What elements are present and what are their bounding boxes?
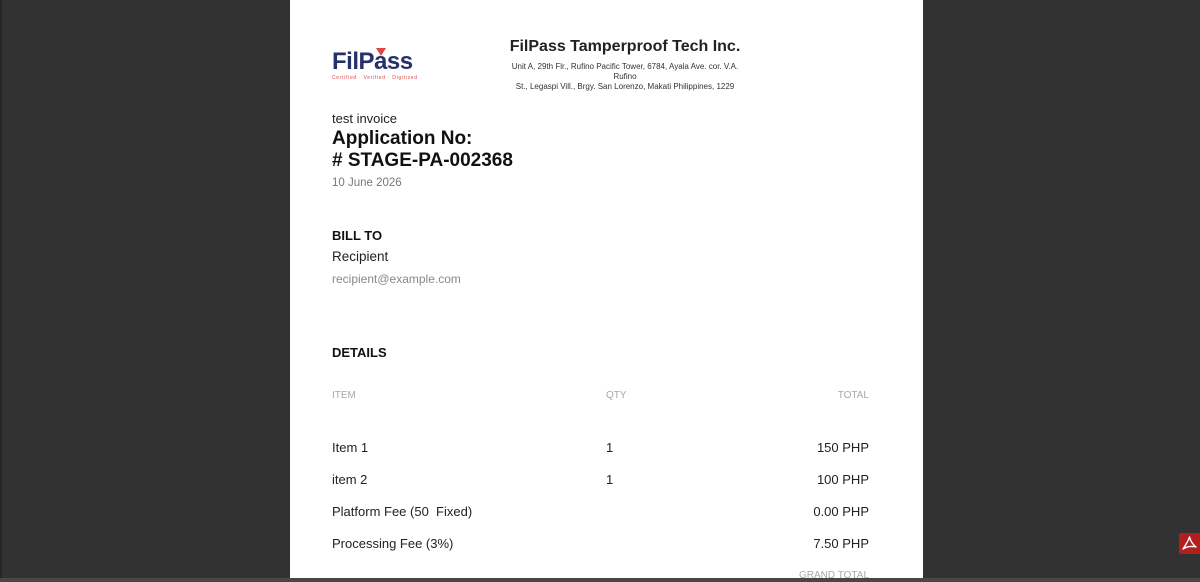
recipient-name: Recipient <box>332 249 389 264</box>
viewer-left-edge <box>0 0 2 582</box>
column-header-total: TOTAL <box>837 390 869 401</box>
company-address: Unit A, 29th Flr., Rufino Pacific Tower,… <box>500 62 750 92</box>
table-row: Item 1 1 150 PHP <box>290 440 923 460</box>
table-row: Platform Fee (50 Fixed) 0.00 PHP <box>290 504 923 524</box>
bill-to-heading: BILL TO <box>332 228 383 243</box>
row-total: 0.00 PHP <box>813 504 869 519</box>
application-number-label: Application No: <box>332 128 473 149</box>
row-item: Platform Fee (50 Fixed) <box>332 504 473 519</box>
invoice-date: 10 June 2026 <box>332 177 402 189</box>
address-line-2: St., Legaspi Vill., Brgy. San Lorenzo, M… <box>515 82 735 91</box>
row-qty: 1 <box>606 440 614 455</box>
row-item: item 2 <box>332 472 368 487</box>
details-heading: DETAILS <box>332 345 387 360</box>
column-header-item: ITEM <box>332 390 356 401</box>
row-total: 7.50 PHP <box>813 536 869 551</box>
viewer-bottom-edge <box>0 578 1200 582</box>
column-header-qty: QTY <box>606 390 627 401</box>
table-row: Processing Fee (3%) 7.50 PHP <box>290 536 923 556</box>
logo-tagline: Certified · Verified · Digitized <box>332 75 418 81</box>
address-line-1: Unit A, 29th Flr., Rufino Pacific Tower,… <box>511 62 739 81</box>
company-name: FilPass Tamperproof Tech Inc. <box>509 38 741 55</box>
row-total: 150 PHP <box>816 440 869 455</box>
invoice-description: test invoice <box>332 111 398 126</box>
acrobat-logo-icon <box>1182 536 1197 550</box>
row-item: Processing Fee (3%) <box>332 536 454 551</box>
invoice-page: FilPass Certified · Verified · Digitized… <box>290 0 923 578</box>
logo-triangle-icon <box>376 48 386 56</box>
row-item: Item 1 <box>332 440 369 455</box>
application-number: Application No: # STAGE-PA-002368 <box>332 128 513 172</box>
row-total: 100 PHP <box>816 472 869 487</box>
application-number-value: # STAGE-PA-002368 <box>332 150 513 171</box>
pdf-icon[interactable] <box>1179 533 1200 554</box>
grand-total-label: GRAND TOTAL <box>798 570 869 578</box>
row-qty: 1 <box>606 472 614 487</box>
filpass-logo: FilPass Certified · Verified · Digitized <box>332 47 418 83</box>
recipient-email: recipient@example.com <box>332 272 461 286</box>
logo-wordmark: FilPass <box>332 48 413 75</box>
table-row: item 2 1 100 PHP <box>290 472 923 492</box>
